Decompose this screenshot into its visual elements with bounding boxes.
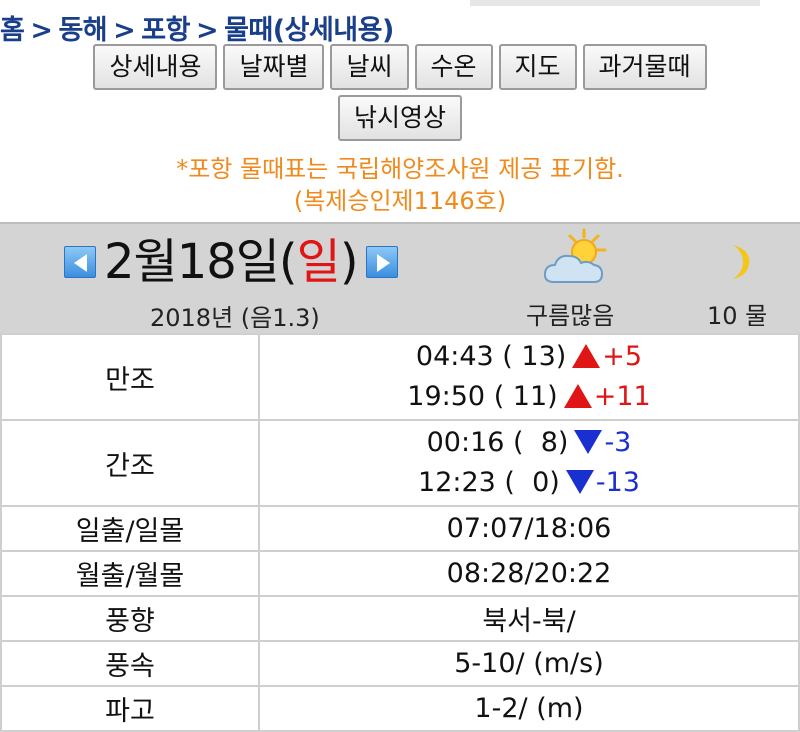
wind-direction-label: 풍향 (0, 595, 260, 642)
low-tide-values: 00:16 ( 8) -3 12:23 ( 0) -13 (258, 419, 800, 507)
source-notice: *포항 물때표는 국립해양조사원 제공 표기함. (176, 155, 624, 183)
wind-speed-value: 5-10/ (m/s) (258, 640, 800, 687)
tide-entry: 00:16 ( 8) -3 (260, 423, 798, 463)
tide-info-table: 만조 04:43 ( 13) +5 19:50 ( 11) +11 간조 00:16… (0, 333, 800, 732)
sunrise-sunset-value: 07:07/18:06 (258, 505, 800, 552)
high-tide-label: 만조 (0, 333, 260, 421)
tide-change: -3 (604, 427, 632, 458)
wave-height-label: 파고 (0, 685, 260, 732)
table-row: 만조 04:43 ( 13) +5 19:50 ( 11) +11 (0, 333, 800, 421)
table-row: 풍향 북서-북/ (0, 595, 800, 642)
detail-button[interactable]: 상세내용 (93, 44, 218, 90)
table-row: 간조 00:16 ( 8) -3 12:23 ( 0) -13 (0, 419, 800, 507)
selected-date: 2월18일(일) (104, 232, 359, 292)
nav-button-row: 상세내용 날짜별 날씨 수온 지도 과거물때 (0, 44, 800, 90)
year-lunar-date: 2018년 (음1.3) (150, 304, 320, 332)
weather-label: 구름많음 (526, 302, 615, 330)
tide-entry: 04:43 ( 13) +5 (260, 337, 798, 377)
table-row: 일출/일몰 07:07/18:06 (0, 505, 800, 552)
tide-change: -13 (595, 467, 640, 498)
weather-button[interactable]: 날씨 (330, 44, 409, 90)
previous-day-button[interactable] (64, 246, 96, 278)
table-row: 파고 1-2/ (m) (0, 685, 800, 732)
tide-time-level: 12:23 ( 0) (418, 467, 560, 498)
map-button[interactable]: 지도 (498, 44, 577, 90)
partly-cloudy-sun-icon (543, 228, 607, 283)
breadcrumb-region-link[interactable]: 동해 (58, 8, 107, 47)
date-navigator: 2월18일(일) (64, 232, 398, 292)
low-tide-label: 간조 (0, 419, 260, 507)
approval-notice: (복제승인제1146호) (293, 187, 507, 215)
tide-phase-label: 10 물 (707, 302, 768, 330)
arrow-left-icon (74, 254, 87, 272)
past-tide-button[interactable]: 과거물때 (582, 44, 707, 90)
moonrise-moonset-value: 08:28/20:22 (258, 550, 800, 597)
date-close-paren: ) (339, 234, 359, 290)
table-row: 월출/월몰 08:28/20:22 (0, 550, 800, 597)
high-tide-values: 04:43 ( 13) +5 19:50 ( 11) +11 (258, 333, 800, 421)
day-summary-panel: 2월18일(일) 2018년 (음1.3) (0, 222, 800, 333)
by-date-button[interactable]: 날짜별 (223, 44, 325, 90)
tide-entry: 19:50 ( 11) +11 (260, 377, 798, 417)
fishing-video-button[interactable]: 낚시영상 (337, 95, 462, 141)
tide-time-level: 19:50 ( 11) (407, 381, 558, 412)
rise-triangle-icon (563, 383, 592, 408)
fall-triangle-icon (565, 469, 594, 494)
fall-triangle-icon (574, 429, 603, 454)
breadcrumb-separator: > (195, 15, 219, 46)
water-temp-button[interactable]: 수온 (414, 44, 493, 90)
breadcrumb-separator: > (30, 15, 53, 46)
tide-time-level: 00:16 ( 8) (426, 427, 569, 458)
table-row: 풍속 5-10/ (m/s) (0, 640, 800, 687)
rise-triangle-icon (572, 343, 601, 368)
breadcrumb-current-page: 물때(상세내용) (224, 15, 394, 46)
sunrise-sunset-label: 일출/일몰 (0, 505, 260, 552)
tide-change: +11 (593, 381, 651, 412)
wind-direction-value: 북서-북/ (258, 595, 800, 642)
tide-change: +5 (602, 341, 643, 372)
tide-time-level: 04:43 ( 13) (415, 341, 567, 372)
date-label: 2월18일( (104, 234, 298, 290)
crescent-moon-icon (733, 245, 750, 279)
breadcrumb: 홈 > 동해 > 포항 > 물때(상세내용) (0, 8, 394, 47)
moonrise-moonset-label: 월출/월몰 (0, 550, 260, 597)
breadcrumb-separator: > (113, 15, 136, 46)
breadcrumb-city-link[interactable]: 포항 (141, 8, 190, 47)
day-of-week: 일 (296, 234, 341, 290)
breadcrumb-home-link[interactable]: 홈 (0, 8, 25, 47)
wind-speed-label: 풍속 (0, 640, 260, 687)
next-day-button[interactable] (365, 246, 398, 278)
nav-button-row-2: 낚시영상 (0, 95, 800, 141)
tide-entry: 12:23 ( 0) -13 (260, 463, 798, 503)
top-strip (0, 0, 800, 6)
arrow-right-icon (376, 254, 390, 272)
wave-height-value: 1-2/ (m) (258, 685, 800, 732)
